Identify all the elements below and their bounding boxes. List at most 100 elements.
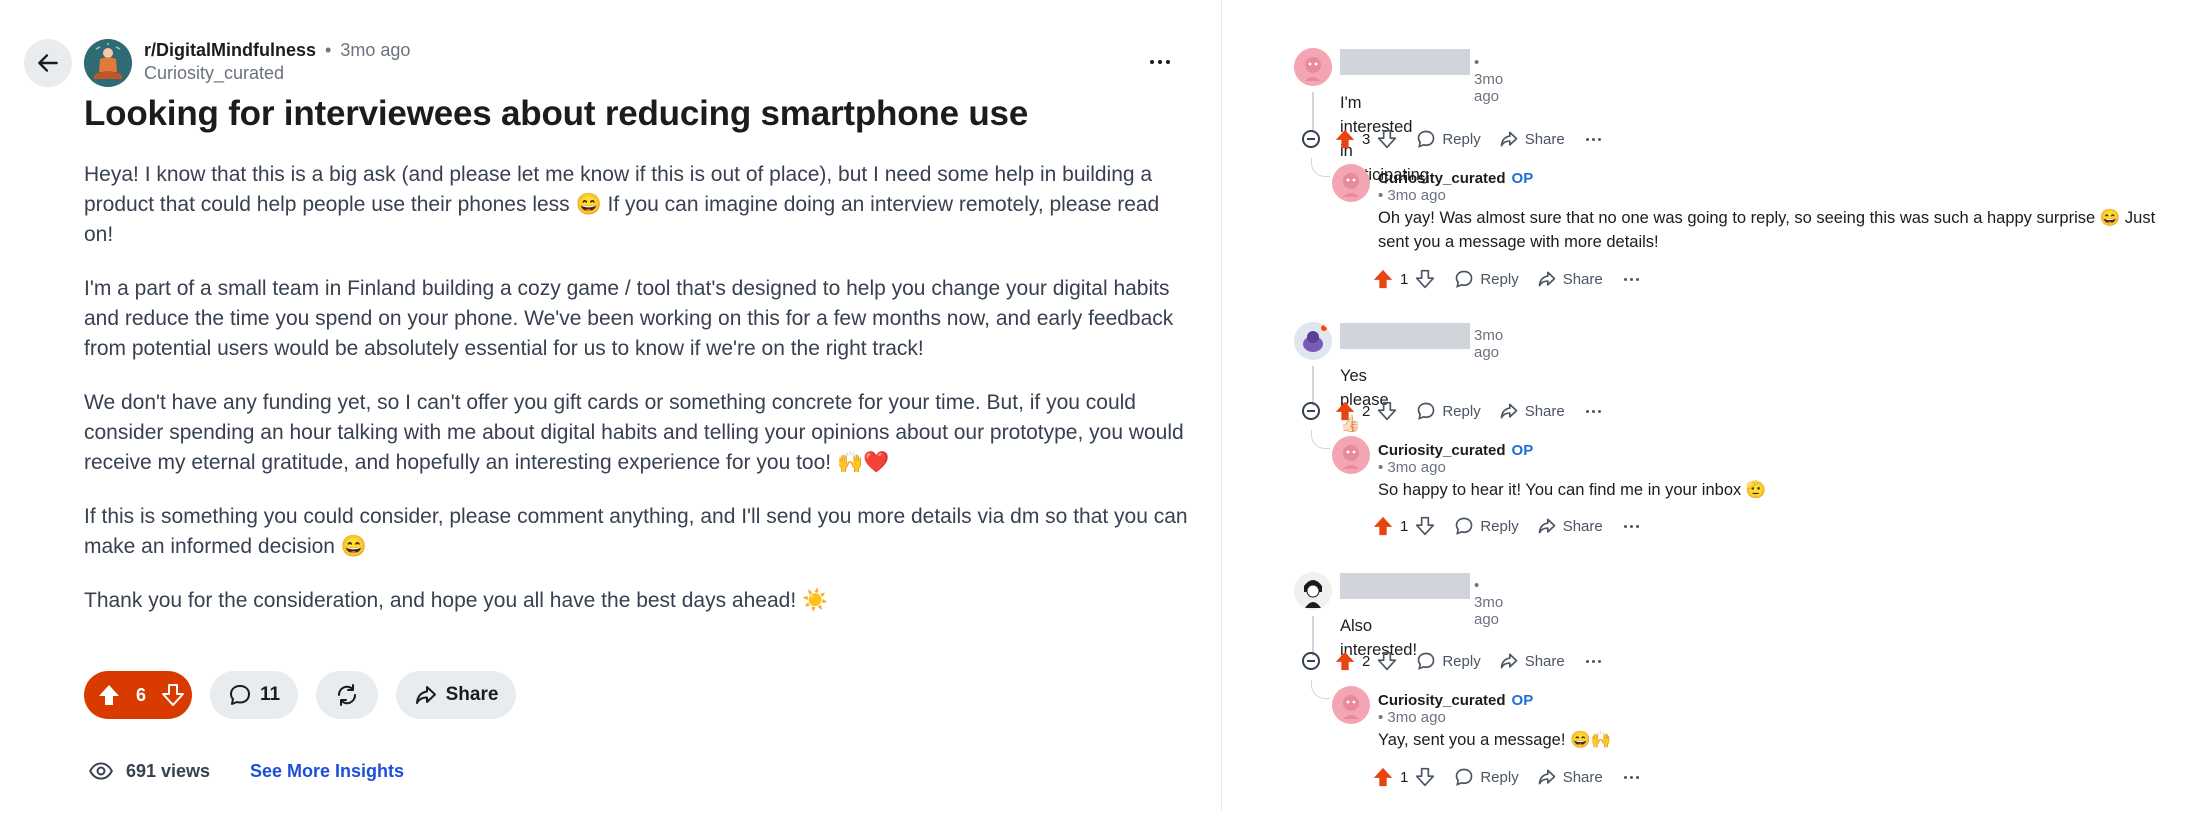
- reply-button[interactable]: Reply: [1454, 269, 1519, 289]
- downvote-button[interactable]: [1376, 650, 1398, 672]
- reply-text: Yay, sent you a message! 😄🙌: [1378, 731, 1612, 749]
- share-button[interactable]: Share: [1499, 651, 1565, 671]
- upvote-icon: [1373, 767, 1393, 787]
- subreddit-avatar[interactable]: [84, 39, 132, 87]
- more-options-button[interactable]: [1623, 524, 1641, 528]
- downvote-button[interactable]: [1414, 268, 1436, 290]
- downvote-button[interactable]: [160, 682, 186, 708]
- downvote-icon: [1378, 401, 1397, 421]
- more-dot: [1592, 409, 1596, 413]
- more-options-button[interactable]: [1585, 137, 1603, 141]
- op-badge: OP: [1511, 442, 1533, 459]
- comment-icon: [229, 685, 250, 705]
- downvote-icon: [1378, 651, 1397, 671]
- vote-count: 1: [1400, 517, 1409, 535]
- more-dot: [1166, 60, 1170, 64]
- post-paragraph: Thank you for the consideration, and hop…: [84, 589, 829, 612]
- reply-username[interactable]: Curiosity_curated: [1378, 692, 1506, 709]
- more-options-button[interactable]: [1140, 46, 1180, 78]
- collapse-thread-button[interactable]: [1302, 402, 1320, 420]
- upvote-icon: [1335, 401, 1355, 421]
- comment-icon: [1456, 768, 1473, 786]
- share-label: Share: [1524, 130, 1565, 148]
- more-dot: [1636, 524, 1640, 528]
- post-body: Heya! I know that this is a big ask (and…: [84, 160, 1194, 640]
- comment-icon: [1456, 517, 1473, 535]
- reply-button[interactable]: Reply: [1416, 651, 1481, 671]
- repost-icon: [337, 684, 357, 706]
- post-paragraph: If this is something you could consider,…: [84, 505, 1188, 558]
- downvote-icon: [1378, 129, 1397, 149]
- share-button[interactable]: Share: [1499, 129, 1565, 149]
- upvote-icon: [1373, 269, 1393, 289]
- upvote-button[interactable]: [1372, 268, 1394, 290]
- see-more-insights-link[interactable]: See More Insights: [250, 761, 404, 782]
- reply-username[interactable]: Curiosity_curated: [1378, 442, 1506, 459]
- more-options-button[interactable]: [1623, 277, 1641, 281]
- share-icon: [1538, 271, 1556, 287]
- more-options-button[interactable]: [1585, 659, 1603, 663]
- reply-actions: 1 Reply Share: [1372, 267, 1641, 291]
- downvote-button[interactable]: [1414, 515, 1436, 537]
- avatar[interactable]: [1294, 322, 1332, 360]
- more-options-button[interactable]: [1623, 775, 1641, 779]
- collapse-thread-button[interactable]: [1302, 130, 1320, 148]
- avatar[interactable]: [1332, 164, 1370, 202]
- comments-pane: • 3mo ago I'm interested in participatin…: [1222, 0, 2200, 828]
- reply-label: Reply: [1480, 517, 1519, 535]
- share-button[interactable]: Share: [1537, 767, 1603, 787]
- avatar[interactable]: [1294, 48, 1332, 86]
- upvote-button[interactable]: [1372, 766, 1394, 788]
- upvote-button[interactable]: [1334, 400, 1356, 422]
- more-horizontal-icon: [1586, 409, 1590, 413]
- upvote-button[interactable]: [96, 682, 122, 708]
- reply-button[interactable]: Reply: [1454, 767, 1519, 787]
- downvote-button[interactable]: [1376, 400, 1398, 422]
- comment-icon: [1418, 402, 1435, 420]
- more-dot: [1598, 137, 1602, 141]
- views-row: 691 views: [88, 758, 210, 784]
- subreddit-name[interactable]: r/DigitalMindfulness: [144, 40, 316, 60]
- reply-actions: 1 Reply Share: [1372, 765, 1641, 789]
- upvote-button[interactable]: [1334, 650, 1356, 672]
- reply-username[interactable]: Curiosity_curated: [1378, 170, 1506, 187]
- post-title: Looking for interviewees about reducing …: [84, 94, 1029, 133]
- collapse-thread-button[interactable]: [1302, 652, 1320, 670]
- more-options-button[interactable]: [1585, 409, 1603, 413]
- share-button[interactable]: Share: [1499, 401, 1565, 421]
- snoo-avatar-icon: [1332, 436, 1370, 474]
- repost-button[interactable]: [316, 671, 378, 719]
- subreddit-line: r/DigitalMindfulness • 3mo ago: [144, 40, 410, 61]
- upvote-button[interactable]: [1334, 128, 1356, 150]
- reply-connector: [1311, 430, 1330, 449]
- avatar[interactable]: [1294, 572, 1332, 610]
- share-button[interactable]: Share: [1537, 269, 1603, 289]
- comments-button[interactable]: 11: [210, 671, 298, 719]
- downvote-button[interactable]: [1376, 128, 1398, 150]
- upvote-button[interactable]: [1372, 515, 1394, 537]
- more-dot: [1636, 277, 1640, 281]
- avatar[interactable]: [1332, 686, 1370, 724]
- post-paragraph: We don't have any funding yet, so I can'…: [84, 391, 1184, 474]
- comment-time-value: 3mo ago: [1474, 594, 1504, 628]
- share-label: Share: [1562, 768, 1603, 786]
- downvote-button[interactable]: [1414, 766, 1436, 788]
- vote-count: 2: [1362, 402, 1371, 420]
- avatar[interactable]: [1332, 436, 1370, 474]
- reply-author: Curiosity_curated OP • 3mo ago: [1378, 442, 1533, 476]
- share-button[interactable]: Share: [1537, 516, 1603, 536]
- reply-button[interactable]: Reply: [1416, 401, 1481, 421]
- post-paragraph: I'm a part of a small team in Finland bu…: [84, 277, 1174, 360]
- share-label: Share: [1524, 652, 1565, 670]
- post-author[interactable]: Curiosity_curated: [144, 63, 284, 84]
- share-button[interactable]: Share: [396, 671, 516, 719]
- snoo-avatar-icon: [1294, 48, 1332, 86]
- redacted-username: [1340, 49, 1470, 75]
- reply-button[interactable]: Reply: [1454, 516, 1519, 536]
- reply-text: So happy to hear it! You can find me in …: [1378, 481, 1767, 499]
- comment-icon: [1418, 130, 1435, 148]
- reply-text: Oh yay! Was almost sure that no one was …: [1378, 209, 2156, 251]
- back-button[interactable]: [24, 39, 72, 87]
- reply-button[interactable]: Reply: [1416, 129, 1481, 149]
- reply-connector: [1311, 158, 1330, 177]
